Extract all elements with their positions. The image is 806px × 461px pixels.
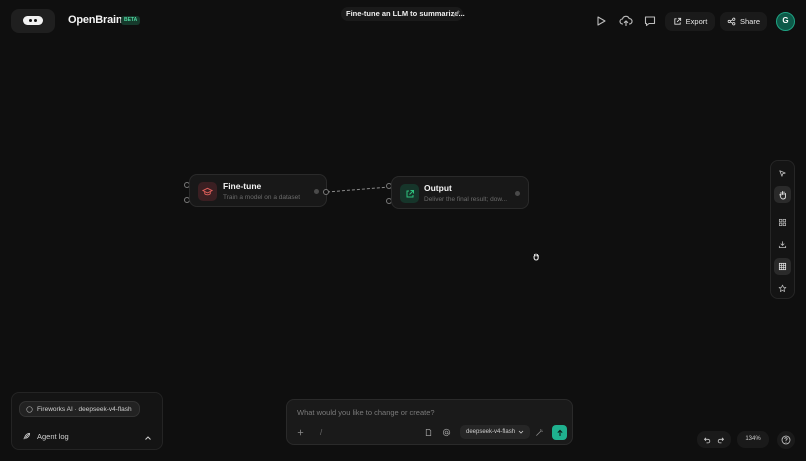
export-button[interactable]: Export bbox=[665, 12, 715, 31]
model-select[interactable]: deepseek-v4-flash bbox=[460, 425, 531, 439]
zoom-level[interactable]: 134% bbox=[737, 431, 769, 448]
logo-mark bbox=[23, 16, 43, 25]
download-icon bbox=[778, 241, 787, 249]
share-button[interactable]: Share bbox=[720, 12, 767, 31]
cloud-upload-icon[interactable] bbox=[619, 14, 633, 28]
prompt-box: What would you like to change or create?… bbox=[286, 399, 573, 445]
pan-tool[interactable] bbox=[774, 186, 791, 203]
share-icon bbox=[727, 17, 736, 26]
model-chip-label: Fireworks AI · deepseek-v4-flash bbox=[37, 405, 132, 413]
model-select-label: deepseek-v4-flash bbox=[466, 429, 516, 435]
grid-icon bbox=[778, 218, 787, 227]
send-button[interactable] bbox=[552, 425, 567, 440]
node-subtitle: Deliver the final result; dow... bbox=[424, 196, 508, 203]
star-icon bbox=[778, 284, 787, 292]
cursor-arrow-icon bbox=[779, 170, 786, 177]
model-chip[interactable]: Fireworks AI · deepseek-v4-flash bbox=[19, 401, 140, 417]
chevron-up-icon[interactable] bbox=[144, 434, 152, 442]
status-dot bbox=[314, 189, 319, 194]
comment-icon[interactable] bbox=[643, 14, 657, 28]
external-link-icon bbox=[400, 184, 419, 203]
hand-cursor-icon bbox=[533, 253, 539, 261]
slash-command[interactable]: / bbox=[320, 428, 322, 437]
pencil-icon[interactable] bbox=[452, 9, 461, 18]
status-dot bbox=[515, 191, 520, 196]
agent-log-label: Agent log bbox=[37, 432, 69, 441]
help-icon bbox=[781, 435, 791, 445]
node-title: Output bbox=[424, 183, 452, 193]
graduation-cap-icon bbox=[198, 182, 217, 201]
node-output[interactable]: Output Deliver the final result; dow... bbox=[391, 176, 529, 209]
brand-name: OpenBrain bbox=[68, 14, 123, 26]
user-avatar[interactable]: G bbox=[776, 12, 795, 31]
favorite-tool[interactable] bbox=[774, 280, 791, 297]
help-button[interactable] bbox=[777, 431, 795, 449]
rocket-icon bbox=[23, 432, 31, 440]
select-tool[interactable] bbox=[774, 165, 791, 182]
undo-icon[interactable] bbox=[703, 436, 711, 444]
node-fine-tune[interactable]: Fine-tune Train a model on a dataset bbox=[189, 174, 327, 207]
check-circle-icon bbox=[26, 405, 33, 413]
history-controls bbox=[697, 431, 731, 448]
connection-edge bbox=[326, 186, 390, 193]
export-icon bbox=[674, 17, 681, 25]
play-icon[interactable] bbox=[594, 14, 608, 28]
agent-log-toggle[interactable]: Agent log bbox=[22, 432, 69, 441]
canvas-toolbar bbox=[770, 160, 795, 299]
export-label: Export bbox=[685, 17, 708, 26]
node-subtitle: Train a model on a dataset bbox=[223, 194, 301, 201]
plus-icon[interactable] bbox=[296, 428, 305, 437]
node-title: Fine-tune bbox=[223, 181, 262, 191]
app-logo[interactable] bbox=[11, 9, 55, 33]
table-icon bbox=[778, 262, 787, 271]
arrow-up-icon bbox=[556, 429, 563, 436]
agent-panel: Fireworks AI · deepseek-v4-flash Agent l… bbox=[11, 392, 163, 450]
project-title[interactable]: Fine-tune an LLM to summarize... bbox=[346, 9, 465, 18]
share-label: Share bbox=[739, 17, 760, 26]
download-tool[interactable] bbox=[774, 236, 791, 253]
prompt-input[interactable]: What would you like to change or create? bbox=[297, 408, 435, 417]
apps-tool[interactable] bbox=[774, 214, 791, 231]
table-tool[interactable] bbox=[774, 258, 791, 275]
beta-badge: BETA bbox=[121, 16, 141, 25]
file-icon[interactable] bbox=[424, 428, 433, 437]
redo-icon[interactable] bbox=[717, 436, 725, 444]
hand-icon bbox=[778, 190, 786, 199]
magic-wand-icon[interactable] bbox=[535, 428, 544, 437]
output-port[interactable] bbox=[323, 189, 329, 195]
chevron-down-icon bbox=[518, 430, 524, 434]
at-sign-icon[interactable] bbox=[442, 428, 451, 437]
